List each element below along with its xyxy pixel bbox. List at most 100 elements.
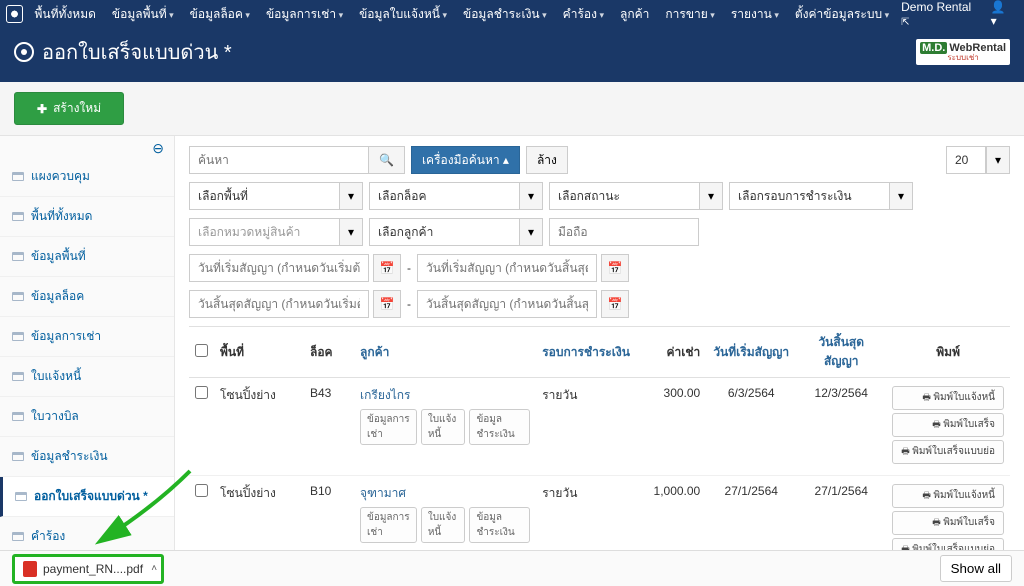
folder-icon [12,332,24,341]
print-receipt-button[interactable]: พิมพ์ใบเสร็จ [892,413,1004,437]
sidebar-item-payment-data[interactable]: ข้อมูลชำระเงิน [0,437,174,477]
sidebar-item-lock-data[interactable]: ข้อมูลล็อค [0,277,174,317]
brand-logo: M.D.WebRental ระบบเช่า [916,39,1010,66]
download-chip[interactable]: payment_RN....pdf ˄ [12,554,164,584]
table-row: โซนปิ้งย่าง B43 เกรียงไกร ข้อมูลการเช่า … [189,378,1010,476]
print-receipt-button[interactable]: พิมพ์ใบเสร็จ [892,511,1004,535]
customer-link[interactable]: จุฑามาศ [360,486,406,500]
toolbar: ✚ สร้างใหม่ [0,82,1024,136]
caret-icon[interactable]: ▾ [339,218,363,246]
filter-area[interactable]: เลือกพื้นที่ [189,182,339,210]
pagesize-select[interactable]: 20 [946,146,986,174]
site-link[interactable]: Demo Rental [895,0,978,32]
filter-lock[interactable]: เลือกล็อค [369,182,519,210]
tag-payment[interactable]: ข้อมูลชำระเงิน [469,507,530,543]
folder-icon [12,292,24,301]
col-round[interactable]: รอบการชำระเงิน [536,327,636,378]
sidebar-item-quick-receipt[interactable]: ออกใบเสร็จแบบด่วน * [0,477,174,517]
sidebar-collapse-icon[interactable]: ⊖ [0,136,174,157]
filter-end-from[interactable] [189,290,369,318]
sidebar: ⊖ แผงควบคุม พื้นที่ทั้งหมด ข้อมูลพื้นที่… [0,136,175,560]
nav-item-settings[interactable]: ตั้งค่าข้อมูลระบบ [789,1,895,28]
top-nav: พื้นที่ทั้งหมด ข้อมูลพื้นที่ ข้อมูลล็อค … [0,0,1024,28]
calendar-icon[interactable]: 📅 [601,254,629,282]
page-title: ออกใบเสร็จแบบด่วน * [42,36,232,68]
nav-item-sales[interactable]: การขาย [659,1,720,28]
sidebar-item-rental-data[interactable]: ข้อมูลการเช่า [0,317,174,357]
plus-icon: ✚ [37,102,47,116]
tag-payment[interactable]: ข้อมูลชำระเงิน [469,409,530,445]
search-icon: 🔍 [379,153,394,167]
caret-icon[interactable]: ▾ [519,218,543,246]
tag-invoice[interactable]: ใบแจ้งหนี้ [421,409,466,445]
tag-rent-info[interactable]: ข้อมูลการเช่า [360,409,417,445]
folder-icon [15,492,27,501]
sidebar-item-area-all[interactable]: พื้นที่ทั้งหมด [0,197,174,237]
filter-start-to[interactable] [417,254,597,282]
download-bar: payment_RN....pdf ˄ Show all [0,550,1024,586]
sidebar-item-area-data[interactable]: ข้อมูลพื้นที่ [0,237,174,277]
show-all-button[interactable]: Show all [940,555,1012,582]
nav-item-invoice-data[interactable]: ข้อมูลใบแจ้งหนี้ [353,1,453,28]
user-menu[interactable]: 👤 ▾ [985,0,1018,32]
folder-icon [12,212,24,221]
filter-round[interactable]: เลือกรอบการชำระเงิน [729,182,889,210]
nav-item-rental-data[interactable]: ข้อมูลการเช่า [260,1,349,28]
filter-category[interactable]: เลือกหมวดหมู่สินค้า [189,218,339,246]
table-row: โซนปิ้งย่าง B10 จุฑามาศ ข้อมูลการเช่า ใบ… [189,476,1010,561]
folder-icon [12,172,24,181]
sidebar-item-billing[interactable]: ใบวางบิล [0,397,174,437]
row-checkbox[interactable] [195,386,208,399]
filter-start-from[interactable] [189,254,369,282]
search-button[interactable]: 🔍 [369,146,405,174]
col-rent: ค่าเช่า [636,327,706,378]
pagesize-caret[interactable]: ▾ [986,146,1010,174]
select-all-checkbox[interactable] [195,344,208,357]
calendar-icon[interactable]: 📅 [601,290,629,318]
print-invoice-button[interactable]: พิมพ์ใบแจ้งหนี้ [892,484,1004,508]
caret-icon[interactable]: ▾ [519,182,543,210]
filter-customer[interactable]: เลือกลูกค้า [369,218,519,246]
search-tools-button[interactable]: เครื่องมือค้นหา ▴ [411,146,520,174]
filter-status[interactable]: เลือกสถานะ [549,182,699,210]
nav-item-area-all[interactable]: พื้นที่ทั้งหมด [29,1,102,28]
print-invoice-button[interactable]: พิมพ์ใบแจ้งหนี้ [892,386,1004,410]
col-start[interactable]: วันที่เริ่มสัญญา [706,327,796,378]
col-customer[interactable]: ลูกค้า [354,327,536,378]
nav-menu: พื้นที่ทั้งหมด ข้อมูลพื้นที่ ข้อมูลล็อค … [29,1,896,28]
calendar-icon[interactable]: 📅 [373,290,401,318]
col-area[interactable]: พื้นที่ [214,327,304,378]
nav-item-customer[interactable]: ลูกค้า [614,1,655,28]
col-end[interactable]: วันสิ้นสุดสัญญา [796,327,886,378]
tag-rent-info[interactable]: ข้อมูลการเช่า [360,507,417,543]
filter-phone[interactable] [549,218,699,246]
nav-item-area-data[interactable]: ข้อมูลพื้นที่ [106,1,180,28]
pdf-icon [23,561,37,577]
download-filename: payment_RN....pdf [43,562,143,576]
nav-item-lock-data[interactable]: ข้อมูลล็อค [184,1,256,28]
row-checkbox[interactable] [195,484,208,497]
new-button[interactable]: ✚ สร้างใหม่ [14,92,124,125]
page-icon [14,42,34,62]
folder-icon [12,452,24,461]
clear-button[interactable]: ล้าง [526,146,568,174]
chevron-up-icon[interactable]: ˄ [151,563,157,574]
calendar-icon[interactable]: 📅 [373,254,401,282]
caret-icon[interactable]: ▾ [699,182,723,210]
nav-item-request[interactable]: คำร้อง [557,1,610,28]
joomla-icon[interactable] [6,5,23,23]
main-content: 🔍 เครื่องมือค้นหา ▴ ล้าง 20 ▾ เลือกพื้นท… [175,136,1024,560]
search-input[interactable] [189,146,369,174]
nav-item-payment-data[interactable]: ข้อมูลชำระเงิน [457,1,553,28]
print-short-receipt-button[interactable]: พิมพ์ใบเสร็จแบบย่อ [892,440,1004,464]
customer-link[interactable]: เกรียงไกร [360,388,410,402]
sidebar-item-dashboard[interactable]: แผงควบคุม [0,157,174,197]
nav-item-report[interactable]: รายงาน [725,1,785,28]
sidebar-item-invoice[interactable]: ใบแจ้งหนี้ [0,357,174,397]
title-bar: ออกใบเสร็จแบบด่วน * M.D.WebRental ระบบเช… [0,28,1024,82]
caret-icon[interactable]: ▾ [339,182,363,210]
filter-end-to[interactable] [417,290,597,318]
folder-icon [12,252,24,261]
tag-invoice[interactable]: ใบแจ้งหนี้ [421,507,466,543]
caret-icon[interactable]: ▾ [889,182,913,210]
